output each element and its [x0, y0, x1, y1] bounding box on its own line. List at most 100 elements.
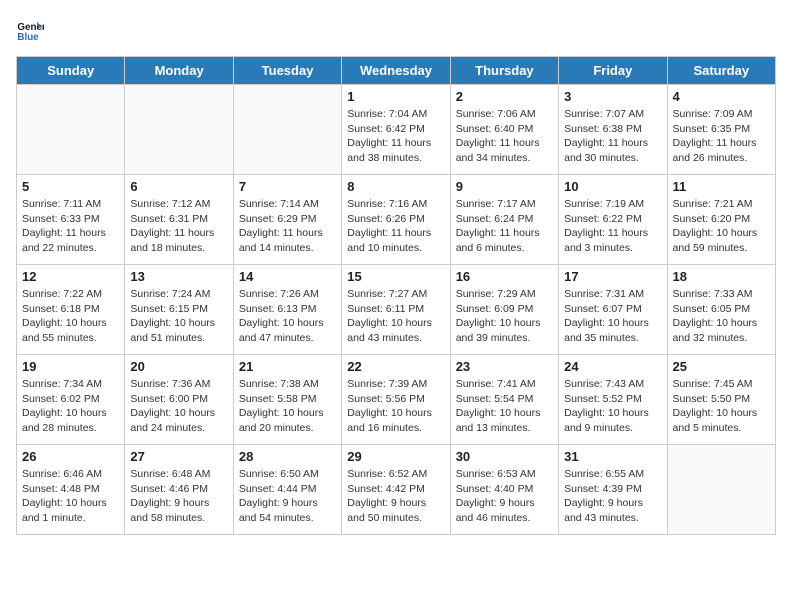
sunset-label: Sunset: 4:46 PM — [130, 483, 208, 495]
day-info: Sunrise: 7:22 AMSunset: 6:18 PMDaylight:… — [22, 287, 119, 346]
weekday-header-saturday: Saturday — [667, 57, 775, 85]
day-number: 17 — [564, 269, 661, 284]
week-row-1: 1 Sunrise: 7:04 AM Sunset: 6:42 PM Daylight… — [17, 85, 776, 175]
calendar-cell: 6Sunrise: 7:12 AMSunset: 6:31 PMDaylight… — [125, 175, 233, 265]
daylight-label: Daylight: 10 hours and 55 minutes. — [22, 317, 107, 344]
day-info: Sunrise: 6:46 AMSunset: 4:48 PMDaylight:… — [22, 467, 119, 526]
sunset-label: Sunset: 6:11 PM — [347, 303, 424, 315]
day-number: 19 — [22, 359, 119, 374]
sunrise-label: Sunrise: 7:12 AM — [130, 198, 210, 210]
sunset-label: Sunset: 5:50 PM — [673, 393, 751, 405]
day-info: Sunrise: 6:48 AMSunset: 4:46 PMDaylight:… — [130, 467, 227, 526]
sunrise-label: Sunrise: 7:34 AM — [22, 378, 102, 390]
day-number: 20 — [130, 359, 227, 374]
sunset-label: Sunset: 6:42 PM — [347, 123, 425, 135]
day-number: 13 — [130, 269, 227, 284]
calendar-cell: 8Sunrise: 7:16 AMSunset: 6:26 PMDaylight… — [342, 175, 450, 265]
day-number: 21 — [239, 359, 336, 374]
daylight-label: Daylight: 10 hours and 16 minutes. — [347, 407, 432, 434]
calendar-cell — [125, 85, 233, 175]
daylight-label: Daylight: 11 hours and 3 minutes. — [564, 227, 648, 254]
day-info: Sunrise: 7:07 AMSunset: 6:38 PMDaylight:… — [564, 107, 661, 166]
day-info: Sunrise: 7:21 AMSunset: 6:20 PMDaylight:… — [673, 197, 770, 256]
day-number: 1 — [347, 89, 444, 104]
day-info: Sunrise: 7:11 AMSunset: 6:33 PMDaylight:… — [22, 197, 119, 256]
day-info: Sunrise: 7:39 AMSunset: 5:56 PMDaylight:… — [347, 377, 444, 436]
calendar-cell: 23Sunrise: 7:41 AMSunset: 5:54 PMDayligh… — [450, 355, 558, 445]
daylight-label: Daylight: 11 hours and 30 minutes. — [564, 137, 648, 164]
daylight-label: Daylight: 10 hours and 47 minutes. — [239, 317, 324, 344]
sunrise-label: Sunrise: 7:06 AM — [456, 108, 536, 120]
day-info: Sunrise: 7:16 AMSunset: 6:26 PMDaylight:… — [347, 197, 444, 256]
day-number: 12 — [22, 269, 119, 284]
calendar-cell: 15Sunrise: 7:27 AMSunset: 6:11 PMDayligh… — [342, 265, 450, 355]
sunrise-label: Sunrise: 7:04 AM — [347, 108, 427, 120]
sunset-label: Sunset: 6:26 PM — [347, 213, 425, 225]
calendar-cell: 21Sunrise: 7:38 AMSunset: 5:58 PMDayligh… — [233, 355, 341, 445]
day-number: 25 — [673, 359, 770, 374]
sunrise-label: Sunrise: 7:16 AM — [347, 198, 427, 210]
day-number: 30 — [456, 449, 553, 464]
svg-text:Blue: Blue — [17, 32, 39, 43]
calendar-cell: 29Sunrise: 6:52 AMSunset: 4:42 PMDayligh… — [342, 445, 450, 535]
calendar-cell: 17Sunrise: 7:31 AMSunset: 6:07 PMDayligh… — [559, 265, 667, 355]
daylight-label: Daylight: 10 hours and 35 minutes. — [564, 317, 649, 344]
day-info: Sunrise: 7:04 AMSunset: 6:42 PMDaylight:… — [347, 107, 444, 166]
calendar-cell: 4Sunrise: 7:09 AMSunset: 6:35 PMDaylight… — [667, 85, 775, 175]
day-number: 16 — [456, 269, 553, 284]
daylight-label: Daylight: 10 hours and 5 minutes. — [673, 407, 758, 434]
day-number: 18 — [673, 269, 770, 284]
day-info: Sunrise: 7:29 AMSunset: 6:09 PMDaylight:… — [456, 287, 553, 346]
sunrise-label: Sunrise: 7:27 AM — [347, 288, 427, 300]
sunrise-label: Sunrise: 7:33 AM — [673, 288, 753, 300]
calendar-cell: 22Sunrise: 7:39 AMSunset: 5:56 PMDayligh… — [342, 355, 450, 445]
day-info: Sunrise: 7:17 AMSunset: 6:24 PMDaylight:… — [456, 197, 553, 256]
calendar-cell: 27Sunrise: 6:48 AMSunset: 4:46 PMDayligh… — [125, 445, 233, 535]
sunset-label: Sunset: 6:20 PM — [673, 213, 751, 225]
sunrise-label: Sunrise: 7:45 AM — [673, 378, 753, 390]
sunset-label: Sunset: 6:31 PM — [130, 213, 208, 225]
day-info: Sunrise: 7:33 AMSunset: 6:05 PMDaylight:… — [673, 287, 770, 346]
calendar-cell: 12 Sunrise: 7:22 AMSunset: 6:18 PMDayligh… — [17, 265, 125, 355]
calendar-cell: 7Sunrise: 7:14 AMSunset: 6:29 PMDaylight… — [233, 175, 341, 265]
daylight-label: Daylight: 10 hours and 13 minutes. — [456, 407, 541, 434]
day-info: Sunrise: 7:34 AMSunset: 6:02 PMDaylight:… — [22, 377, 119, 436]
day-number: 8 — [347, 179, 444, 194]
sunset-label: Sunset: 6:40 PM — [456, 123, 534, 135]
weekday-header-friday: Friday — [559, 57, 667, 85]
daylight-label: Daylight: 11 hours and 14 minutes. — [239, 227, 323, 254]
day-number: 3 — [564, 89, 661, 104]
day-number: 28 — [239, 449, 336, 464]
sunset-label: Sunset: 6:13 PM — [239, 303, 317, 315]
calendar-cell: 16 Sunrise: 7:29 AMSunset: 6:09 PMDayligh… — [450, 265, 558, 355]
calendar-cell: 25 Sunrise: 7:45 AM Sunset: 5:50 PM Dayligh… — [667, 355, 775, 445]
day-info: Sunrise: 6:50 AMSunset: 4:44 PMDaylight:… — [239, 467, 336, 526]
calendar-cell: 28 Sunrise: 6:50 AMSunset: 4:44 PMDayligh… — [233, 445, 341, 535]
sunrise-label: Sunrise: 7:17 AM — [456, 198, 536, 210]
day-number: 10 — [564, 179, 661, 194]
sunrise-label: Sunrise: 7:19 AM — [564, 198, 644, 210]
day-info: Sunrise: 7:09 AMSunset: 6:35 PMDaylight:… — [673, 107, 770, 166]
logo-icon: General Blue — [16, 16, 44, 44]
calendar-cell: 31Sunrise: 6:55 AMSunset: 4:39 PMDayligh… — [559, 445, 667, 535]
sunset-label: Sunset: 4:48 PM — [22, 483, 100, 495]
weekday-header-sunday: Sunday — [17, 57, 125, 85]
calendar-cell: 19 Sunrise: 7:34 AMSunset: 6:02 PMDayligh… — [17, 355, 125, 445]
weekday-header-monday: Monday — [125, 57, 233, 85]
day-info: Sunrise: 6:53 AMSunset: 4:40 PMDaylight:… — [456, 467, 553, 526]
daylight-label: Daylight: 10 hours and 43 minutes. — [347, 317, 432, 344]
sunrise-label: Sunrise: 7:29 AM — [456, 288, 536, 300]
sunrise-label: Sunrise: 7:07 AM — [564, 108, 644, 120]
daylight-label: Daylight: 9 hours and 43 minutes. — [564, 497, 643, 524]
day-number: 11 — [673, 179, 770, 194]
day-number: 6 — [130, 179, 227, 194]
daylight-label: Daylight: 10 hours and 59 minutes. — [673, 227, 758, 254]
calendar-cell: 24Sunrise: 7:43 AMSunset: 5:52 PMDayligh… — [559, 355, 667, 445]
day-number: 9 — [456, 179, 553, 194]
day-number: 23 — [456, 359, 553, 374]
daylight-label: Daylight: 11 hours and 22 minutes. — [22, 227, 106, 254]
calendar-cell: 26Sunrise: 6:46 AMSunset: 4:48 PMDayligh… — [17, 445, 125, 535]
daylight-label: Daylight: 10 hours and 28 minutes. — [22, 407, 107, 434]
day-number: 31 — [564, 449, 661, 464]
daylight-label: Daylight: 10 hours and 51 minutes. — [130, 317, 215, 344]
